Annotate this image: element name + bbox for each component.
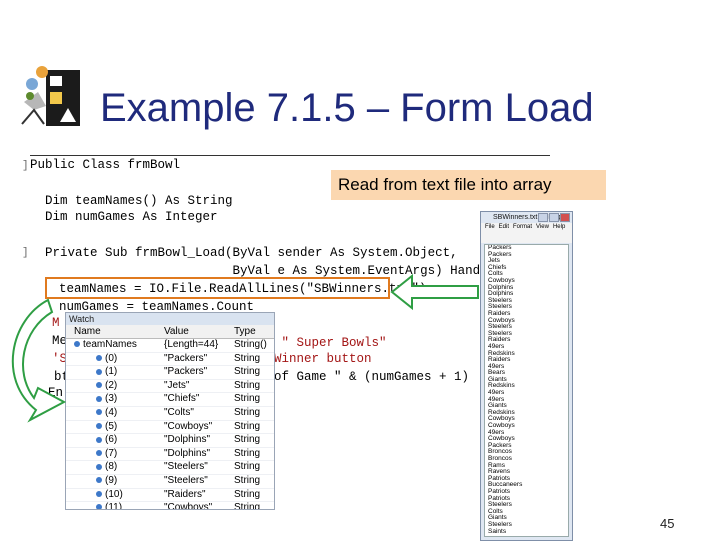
arrow-code-to-watch: [11, 298, 67, 423]
arrow-layer: [11, 273, 479, 423]
arrow-notepad-to-code: [390, 273, 479, 311]
